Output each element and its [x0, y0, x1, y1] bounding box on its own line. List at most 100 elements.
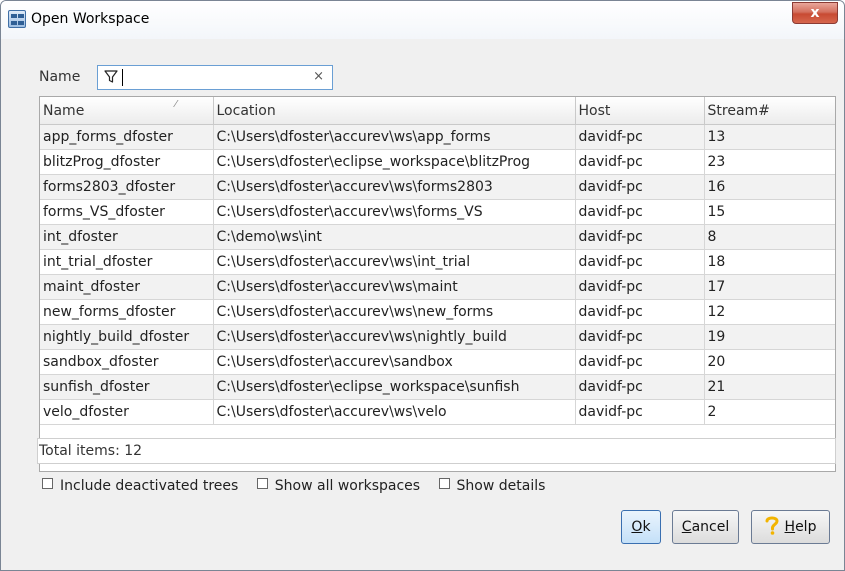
help-question-icon — [765, 515, 779, 547]
table-row[interactable]: int_dfoster C:\demo\ws\int davidf-pc 8 — [40, 224, 835, 250]
name-filter-input[interactable] — [128, 68, 298, 87]
cell-name: blitzProg_dfoster — [40, 149, 214, 175]
help-button[interactable]: Help — [751, 510, 830, 544]
table-row[interactable]: maint_dfoster C:\Users\dfoster\accurev\ws… — [40, 274, 835, 300]
open-workspace-dialog: Open Workspace x Name × Name ⁄ Location … — [0, 0, 845, 571]
cell-host: davidf-pc — [575, 174, 705, 200]
app-workspace-icon — [8, 10, 26, 28]
filter-funnel-icon — [104, 70, 118, 88]
cell-name: maint_dfoster — [40, 274, 214, 300]
cell-name: int_trial_dfoster — [40, 249, 214, 275]
cell-name: nightly_build_dfoster — [40, 324, 214, 350]
table-row[interactable]: sandbox_dfoster C:\Users\dfoster\accurev\… — [40, 349, 835, 375]
ok-label-rest: k — [642, 519, 651, 535]
show-all-workspaces-checkbox[interactable]: Show all workspaces — [256, 478, 421, 494]
ok-mnemonic: O — [631, 519, 643, 535]
name-filter-label: Name — [39, 69, 81, 85]
cell-location: C:\Users\dfoster\accurev\ws\forms_VS — [213, 199, 576, 225]
cell-stream: 8 — [704, 224, 835, 250]
cell-stream: 13 — [704, 124, 835, 150]
checkbox-box[interactable] — [438, 478, 450, 489]
table-row[interactable]: nightly_build_dfoster C:\Users\dfoster\ac… — [40, 324, 835, 350]
table-row[interactable]: blitzProg_dfoster C:\Users\dfoster\eclips… — [40, 149, 835, 175]
cell-stream: 19 — [704, 324, 835, 350]
cell-location: C:\Users\dfoster\accurev\ws\nightly_buil… — [213, 324, 576, 350]
table-header-row: Name ⁄ Location Host Stream# — [40, 97, 835, 125]
table-row[interactable]: forms2803_dfoster C:\Users\dfoster\accure… — [40, 174, 835, 200]
window-title: Open Workspace — [31, 11, 150, 27]
show-details-checkbox[interactable]: Show details — [438, 478, 546, 494]
cell-location: C:\Users\dfoster\accurev\ws\new_forms — [213, 299, 576, 325]
cell-name: sandbox_dfoster — [40, 349, 214, 375]
close-button[interactable]: x — [792, 2, 838, 24]
ok-button[interactable]: Ok — [621, 510, 661, 544]
cell-host: davidf-pc — [575, 124, 705, 150]
checkbox-label: Show details — [456, 478, 546, 494]
help-label-rest: elp — [795, 519, 817, 535]
table-row[interactable]: app_forms_dfoster C:\Users\dfoster\accure… — [40, 124, 835, 150]
name-filter-box[interactable]: × — [97, 65, 333, 90]
cell-location: C:\demo\ws\int — [213, 224, 576, 250]
cell-stream: 20 — [704, 349, 835, 375]
dialog-body: Name × Name ⁄ Location Host Stream# app_… — [9, 41, 836, 564]
cell-stream: 12 — [704, 299, 835, 325]
column-header-label: Name — [43, 102, 85, 119]
checkbox-label: Include deactivated trees — [60, 478, 239, 494]
help-mnemonic: H — [784, 519, 796, 535]
table-row[interactable]: forms_VS_dfoster C:\Users\dfoster\accurev… — [40, 199, 835, 225]
cell-stream: 18 — [704, 249, 835, 275]
cell-host: davidf-pc — [575, 149, 705, 175]
column-header-host[interactable]: Host — [575, 97, 705, 125]
cell-host: davidf-pc — [575, 199, 705, 225]
cell-location: C:\Users\dfoster\eclipse_workspace\sunfi… — [213, 374, 576, 400]
table-row[interactable]: velo_dfoster C:\Users\dfoster\accurev\ws\… — [40, 399, 835, 425]
cell-name: velo_dfoster — [40, 399, 214, 425]
column-header-stream[interactable]: Stream# — [704, 97, 835, 125]
cell-host: davidf-pc — [575, 399, 705, 425]
cell-host: davidf-pc — [575, 299, 705, 325]
table-row[interactable]: int_trial_dfoster C:\Users\dfoster\accure… — [40, 249, 835, 275]
cell-stream: 17 — [704, 274, 835, 300]
cancel-mnemonic: C — [681, 519, 692, 535]
title-bar[interactable]: Open Workspace x — [1, 1, 844, 39]
cell-host: davidf-pc — [575, 249, 705, 275]
cell-stream: 23 — [704, 149, 835, 175]
cell-host: davidf-pc — [575, 324, 705, 350]
cell-location: C:\Users\dfoster\accurev\ws\app_forms — [213, 124, 576, 150]
sort-ascending-icon: ⁄ — [175, 99, 177, 110]
cell-name: new_forms_dfoster — [40, 299, 214, 325]
cell-name: forms2803_dfoster — [40, 174, 214, 200]
table-row[interactable]: sunfish_dfoster C:\Users\dfoster\eclipse_… — [40, 374, 835, 400]
column-header-location[interactable]: Location — [213, 97, 576, 125]
cell-location: C:\Users\dfoster\accurev\ws\maint — [213, 274, 576, 300]
cell-host: davidf-pc — [575, 374, 705, 400]
clear-filter-icon[interactable]: × — [313, 69, 324, 84]
include-deactivated-checkbox[interactable]: Include deactivated trees — [42, 478, 238, 494]
cell-stream: 15 — [704, 199, 835, 225]
cell-location: C:\Users\dfoster\accurev\ws\velo — [213, 399, 576, 425]
table-row[interactable]: new_forms_dfoster C:\Users\dfoster\accure… — [40, 299, 835, 325]
text-cursor — [122, 69, 123, 86]
cell-location: C:\Users\dfoster\accurev\ws\forms2803 — [213, 174, 576, 200]
cell-name: sunfish_dfoster — [40, 374, 214, 400]
cell-host: davidf-pc — [575, 349, 705, 375]
cell-stream: 16 — [704, 174, 835, 200]
cell-name: app_forms_dfoster — [40, 124, 214, 150]
workspace-table[interactable]: Name ⁄ Location Host Stream# app_forms_d… — [39, 96, 836, 472]
cancel-label-rest: ancel — [691, 519, 730, 535]
cell-name: forms_VS_dfoster — [40, 199, 214, 225]
cell-location: C:\Users\dfoster\eclipse_workspace\blitz… — [213, 149, 576, 175]
checkbox-label: Show all workspaces — [274, 478, 421, 494]
cell-host: davidf-pc — [575, 224, 705, 250]
cell-host: davidf-pc — [575, 274, 705, 300]
cell-location: C:\Users\dfoster\accurev\sandbox — [213, 349, 576, 375]
checkbox-box[interactable] — [42, 478, 53, 489]
options-row: Include deactivated trees Show all works… — [42, 478, 559, 494]
cancel-button[interactable]: Cancel — [672, 510, 739, 544]
cell-name: int_dfoster — [40, 224, 214, 250]
column-header-name[interactable]: Name ⁄ — [40, 97, 214, 125]
checkbox-box[interactable] — [256, 478, 268, 489]
total-items-status: Total items: 12 — [37, 438, 836, 464]
cell-stream: 2 — [704, 399, 835, 425]
cell-stream: 21 — [704, 374, 835, 400]
